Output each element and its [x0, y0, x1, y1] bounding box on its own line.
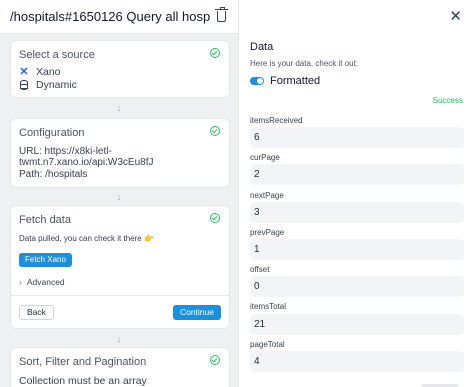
card-title: Select a source	[19, 49, 95, 61]
field-value-offset[interactable]: 0	[250, 276, 464, 297]
sort-filter-subtitle: Collection must be an array	[19, 375, 147, 387]
source-mode: Dynamic	[36, 79, 77, 91]
arrow-down-icon: ↓	[116, 103, 122, 113]
data-panel: ✕ Data Here is your data, check it out: …	[238, 0, 474, 387]
left-header: /hospitals#1650126 Query all hospital...	[0, 0, 238, 34]
formatted-toggle[interactable]	[250, 77, 264, 85]
field-value-itemsReceived[interactable]: 6	[250, 127, 464, 148]
source-name: Xano	[36, 66, 61, 78]
fetch-note: Data pulled, you can check it there 👉	[19, 234, 154, 243]
data-subtitle: Here is your data, check it out:	[250, 59, 359, 68]
continue-button[interactable]: Continue	[172, 305, 221, 320]
card-title: Fetch data	[19, 214, 71, 226]
config-path: Path: /hospitals	[19, 169, 88, 180]
field-label-curPage: curPage	[250, 153, 280, 162]
field-value-pageTotal[interactable]: 4	[250, 351, 464, 372]
arrow-down-icon: ↓	[116, 334, 122, 344]
field-value-curPage[interactable]: 2	[250, 164, 464, 185]
status-badge: Success	[432, 96, 463, 105]
divider	[11, 295, 229, 296]
back-button[interactable]: Back	[19, 305, 54, 320]
database-icon	[20, 80, 28, 90]
field-label-pageTotal: pageTotal	[250, 340, 285, 349]
fetch-xano-button[interactable]: Fetch Xano	[19, 253, 72, 267]
config-url-line2: twmt.n7.xano.io/api:W3cEu8fJ	[19, 157, 154, 168]
advanced-toggle[interactable]: › Advanced	[19, 277, 65, 287]
field-value-nextPage[interactable]: 3	[250, 202, 464, 223]
sort-filter-card[interactable]: Sort, Filter and Pagination Collection m…	[10, 347, 230, 387]
field-label-prevPage: prevPage	[250, 228, 285, 237]
trash-icon[interactable]	[215, 7, 228, 22]
check-circle-icon	[210, 355, 220, 365]
xano-icon: ✕	[19, 66, 29, 78]
field-label-offset: offset	[250, 265, 270, 274]
select-source-card[interactable]: Select a source ✕ Xano Dynamic	[10, 40, 230, 98]
field-label-itemsTotal: itemsTotal	[250, 302, 287, 311]
data-title: Data	[250, 41, 274, 53]
card-title: Sort, Filter and Pagination	[19, 356, 147, 368]
field-label-nextPage: nextPage	[250, 191, 284, 200]
query-title[interactable]: /hospitals#1650126 Query all hospital...	[10, 9, 210, 24]
field-value-prevPage[interactable]: 1	[250, 239, 464, 260]
card-title: Configuration	[19, 127, 85, 139]
field-label-itemsReceived: itemsReceived	[250, 116, 303, 125]
fetch-data-card[interactable]: Fetch data Data pulled, you can check it…	[10, 205, 230, 329]
check-circle-icon	[210, 48, 220, 58]
check-circle-icon	[210, 213, 220, 223]
close-icon[interactable]: ✕	[449, 9, 462, 24]
formatted-label: Formatted	[270, 75, 321, 87]
arrow-down-icon: ↓	[116, 192, 122, 202]
configuration-card[interactable]: Configuration URL: https://x8ki-letl- tw…	[10, 118, 230, 188]
field-value-itemsTotal[interactable]: 21	[250, 314, 464, 335]
advanced-label: Advanced	[26, 277, 65, 287]
check-circle-icon	[210, 126, 220, 136]
source-row: ✕ Xano	[19, 66, 61, 78]
chevron-right-icon: ›	[19, 277, 22, 287]
flow-panel: /hospitals#1650126 Query all hospital...…	[0, 0, 238, 387]
mode-row: Dynamic	[19, 79, 77, 91]
